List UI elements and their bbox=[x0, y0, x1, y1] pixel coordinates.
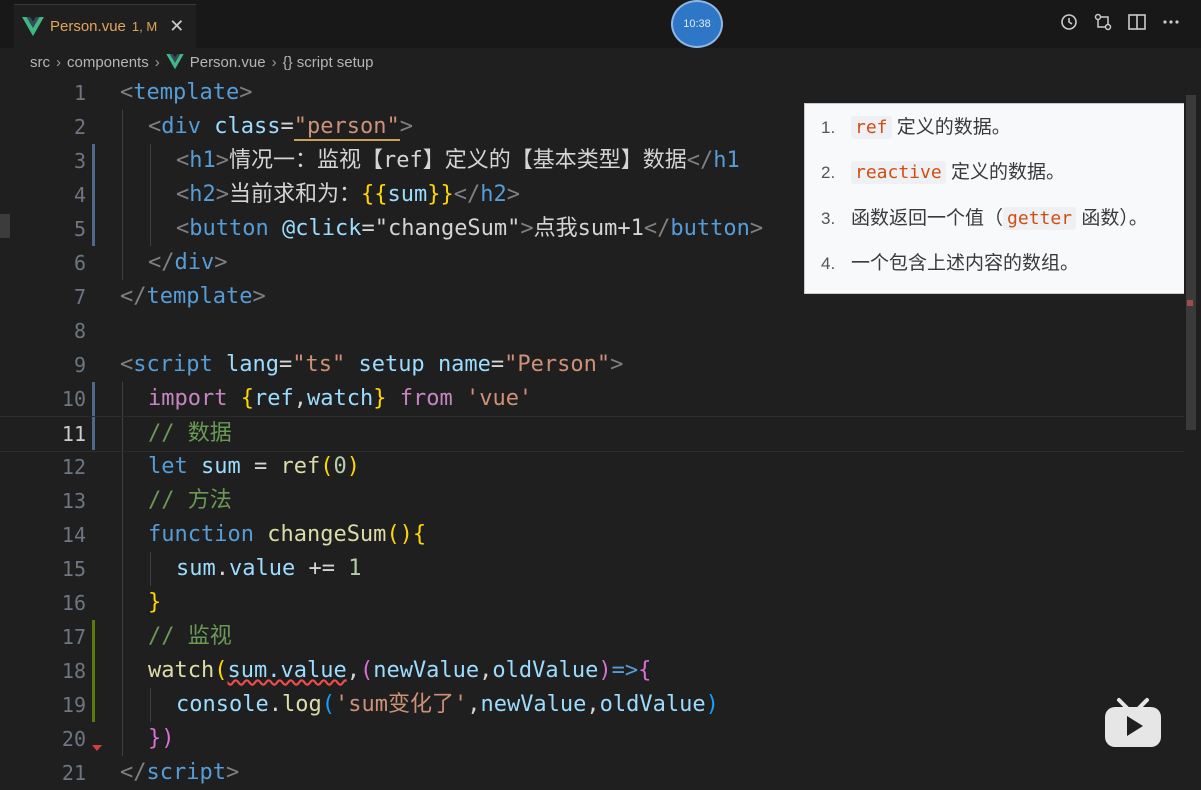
code-text: <script lang="ts" setup name="Person"> bbox=[120, 352, 624, 377]
code-line[interactable]: 20 }) bbox=[0, 722, 1184, 756]
line-number: 13 bbox=[61, 489, 86, 513]
code-comment: // 数据 bbox=[148, 421, 232, 446]
line-number: 19 bbox=[61, 693, 86, 717]
overview-error-marker bbox=[1187, 300, 1193, 306]
code-comment: // 方法 bbox=[148, 488, 232, 513]
line-number: 21 bbox=[61, 761, 86, 785]
code-text: watch(sum.value,(newValue,oldValue)=>{ bbox=[148, 658, 652, 683]
code-line[interactable]: 18 watch(sum.value,(newValue,oldValue)=>… bbox=[0, 654, 1184, 688]
code-text: </script> bbox=[120, 760, 240, 785]
line-number: 18 bbox=[61, 659, 86, 683]
code-text: }) bbox=[148, 726, 175, 751]
code-text: </template> bbox=[120, 284, 266, 309]
code-text: <div class="person"> bbox=[148, 114, 413, 141]
vue-file-icon bbox=[165, 54, 184, 70]
line-number: 10 bbox=[61, 387, 86, 411]
vue-file-icon bbox=[22, 16, 44, 36]
chevron-right-icon: › bbox=[56, 53, 61, 71]
line-number: 5 bbox=[73, 217, 86, 241]
code-text: let sum = ref(0) bbox=[148, 454, 360, 479]
breadcrumb: src › components › Person.vue › {} scrip… bbox=[0, 48, 1201, 76]
line-number: 15 bbox=[61, 557, 86, 581]
code-text: <h2>当前求和为：{{sum}}</h2> bbox=[176, 182, 521, 207]
folding-marker bbox=[92, 745, 102, 751]
code-line[interactable]: 12 let sum = ref(0) bbox=[0, 450, 1184, 484]
popup-item: 4. 一个包含上述内容的数组。 bbox=[821, 253, 1080, 274]
chevron-right-icon: › bbox=[154, 53, 160, 71]
line-number: 3 bbox=[73, 149, 86, 173]
code-line-active[interactable]: 11 // 数据 bbox=[0, 416, 1184, 452]
chevron-right-icon: › bbox=[271, 53, 277, 71]
code-text: </div> bbox=[148, 250, 228, 275]
breadcrumb-item-symbol[interactable]: {} script setup bbox=[283, 54, 374, 71]
code-line[interactable]: 19 console.log('sum变化了',newValue,oldValu… bbox=[0, 688, 1184, 722]
code-line[interactable]: 13 // 方法 bbox=[0, 484, 1184, 518]
line-number: 4 bbox=[73, 183, 86, 207]
line-number: 1 bbox=[73, 81, 86, 105]
code-text: console.log('sum变化了',newValue,oldValue) bbox=[176, 692, 719, 717]
popup-item: 2. reactive 定义的数据。 bbox=[821, 161, 1065, 184]
editor-tab-bar: Person.vue 1, M ✕ 10:38 bbox=[0, 0, 1201, 48]
code-text: <h1>情况一：监视【ref】定义的【基本类型】数据</h1 bbox=[176, 148, 740, 173]
line-number: 12 bbox=[61, 455, 86, 479]
code-line[interactable]: 14 function changeSum(){ bbox=[0, 518, 1184, 552]
bilibili-logo-icon bbox=[1105, 698, 1161, 747]
more-actions-icon[interactable] bbox=[1161, 12, 1181, 32]
line-number: 16 bbox=[61, 591, 86, 615]
code-text: <button @click="changeSum">点我sum+1</butt… bbox=[176, 216, 764, 241]
line-number: 14 bbox=[61, 523, 86, 547]
code-text: function changeSum(){ bbox=[148, 522, 427, 547]
breadcrumb-item-src[interactable]: src bbox=[30, 54, 50, 71]
line-number: 11 bbox=[61, 422, 86, 446]
code-text: sum.value += 1 bbox=[176, 556, 362, 581]
hover-popup: 1. ref 定义的数据。 2. reactive 定义的数据。 3. 函数返回一个值… bbox=[804, 103, 1190, 294]
history-icon[interactable] bbox=[1059, 12, 1079, 32]
breadcrumb-item-components[interactable]: components bbox=[67, 54, 149, 71]
line-number: 7 bbox=[73, 285, 86, 309]
tab-title: Person.vue bbox=[50, 18, 126, 35]
clock-badge: 10:38 bbox=[671, 0, 723, 48]
code-text: import {ref,watch} from 'vue' bbox=[148, 386, 533, 411]
code-line[interactable]: 9 <script lang="ts" setup name="Person"> bbox=[0, 348, 1184, 382]
line-number: 2 bbox=[73, 115, 86, 139]
line-number: 9 bbox=[73, 353, 86, 377]
popup-item: 3. 函数返回一个值（ getter 函数）。 bbox=[821, 207, 1148, 230]
line-number: 6 bbox=[73, 251, 86, 275]
code-comment: // 监视 bbox=[148, 624, 232, 649]
tab-person-vue[interactable]: Person.vue 1, M ✕ bbox=[14, 4, 196, 48]
tab-status-flag: 1, M bbox=[131, 19, 158, 34]
compare-changes-icon[interactable] bbox=[1093, 12, 1113, 32]
split-editor-icon[interactable] bbox=[1127, 12, 1147, 32]
code-line[interactable]: 16 } bbox=[0, 586, 1184, 620]
code-line[interactable]: 21 </script> bbox=[0, 756, 1184, 790]
scrollbar-thumb[interactable] bbox=[1186, 95, 1196, 430]
code-text: <template> bbox=[120, 80, 253, 105]
close-tab-icon[interactable]: ✕ bbox=[169, 16, 184, 37]
editor-actions bbox=[1059, 12, 1181, 32]
code-text: } bbox=[148, 590, 162, 615]
code-line[interactable]: 8 bbox=[0, 314, 1184, 348]
code-line[interactable]: 17 // 监视 bbox=[0, 620, 1184, 654]
line-number: 20 bbox=[61, 727, 86, 751]
code-line[interactable]: 10 import {ref,watch} from 'vue' bbox=[0, 382, 1184, 416]
code-line[interactable]: 15 sum.value += 1 bbox=[0, 552, 1184, 586]
line-number: 17 bbox=[61, 625, 86, 649]
breadcrumb-item-file[interactable]: Person.vue bbox=[190, 54, 266, 71]
popup-item: 1. ref 定义的数据。 bbox=[821, 116, 1011, 139]
line-number: 8 bbox=[73, 319, 86, 343]
